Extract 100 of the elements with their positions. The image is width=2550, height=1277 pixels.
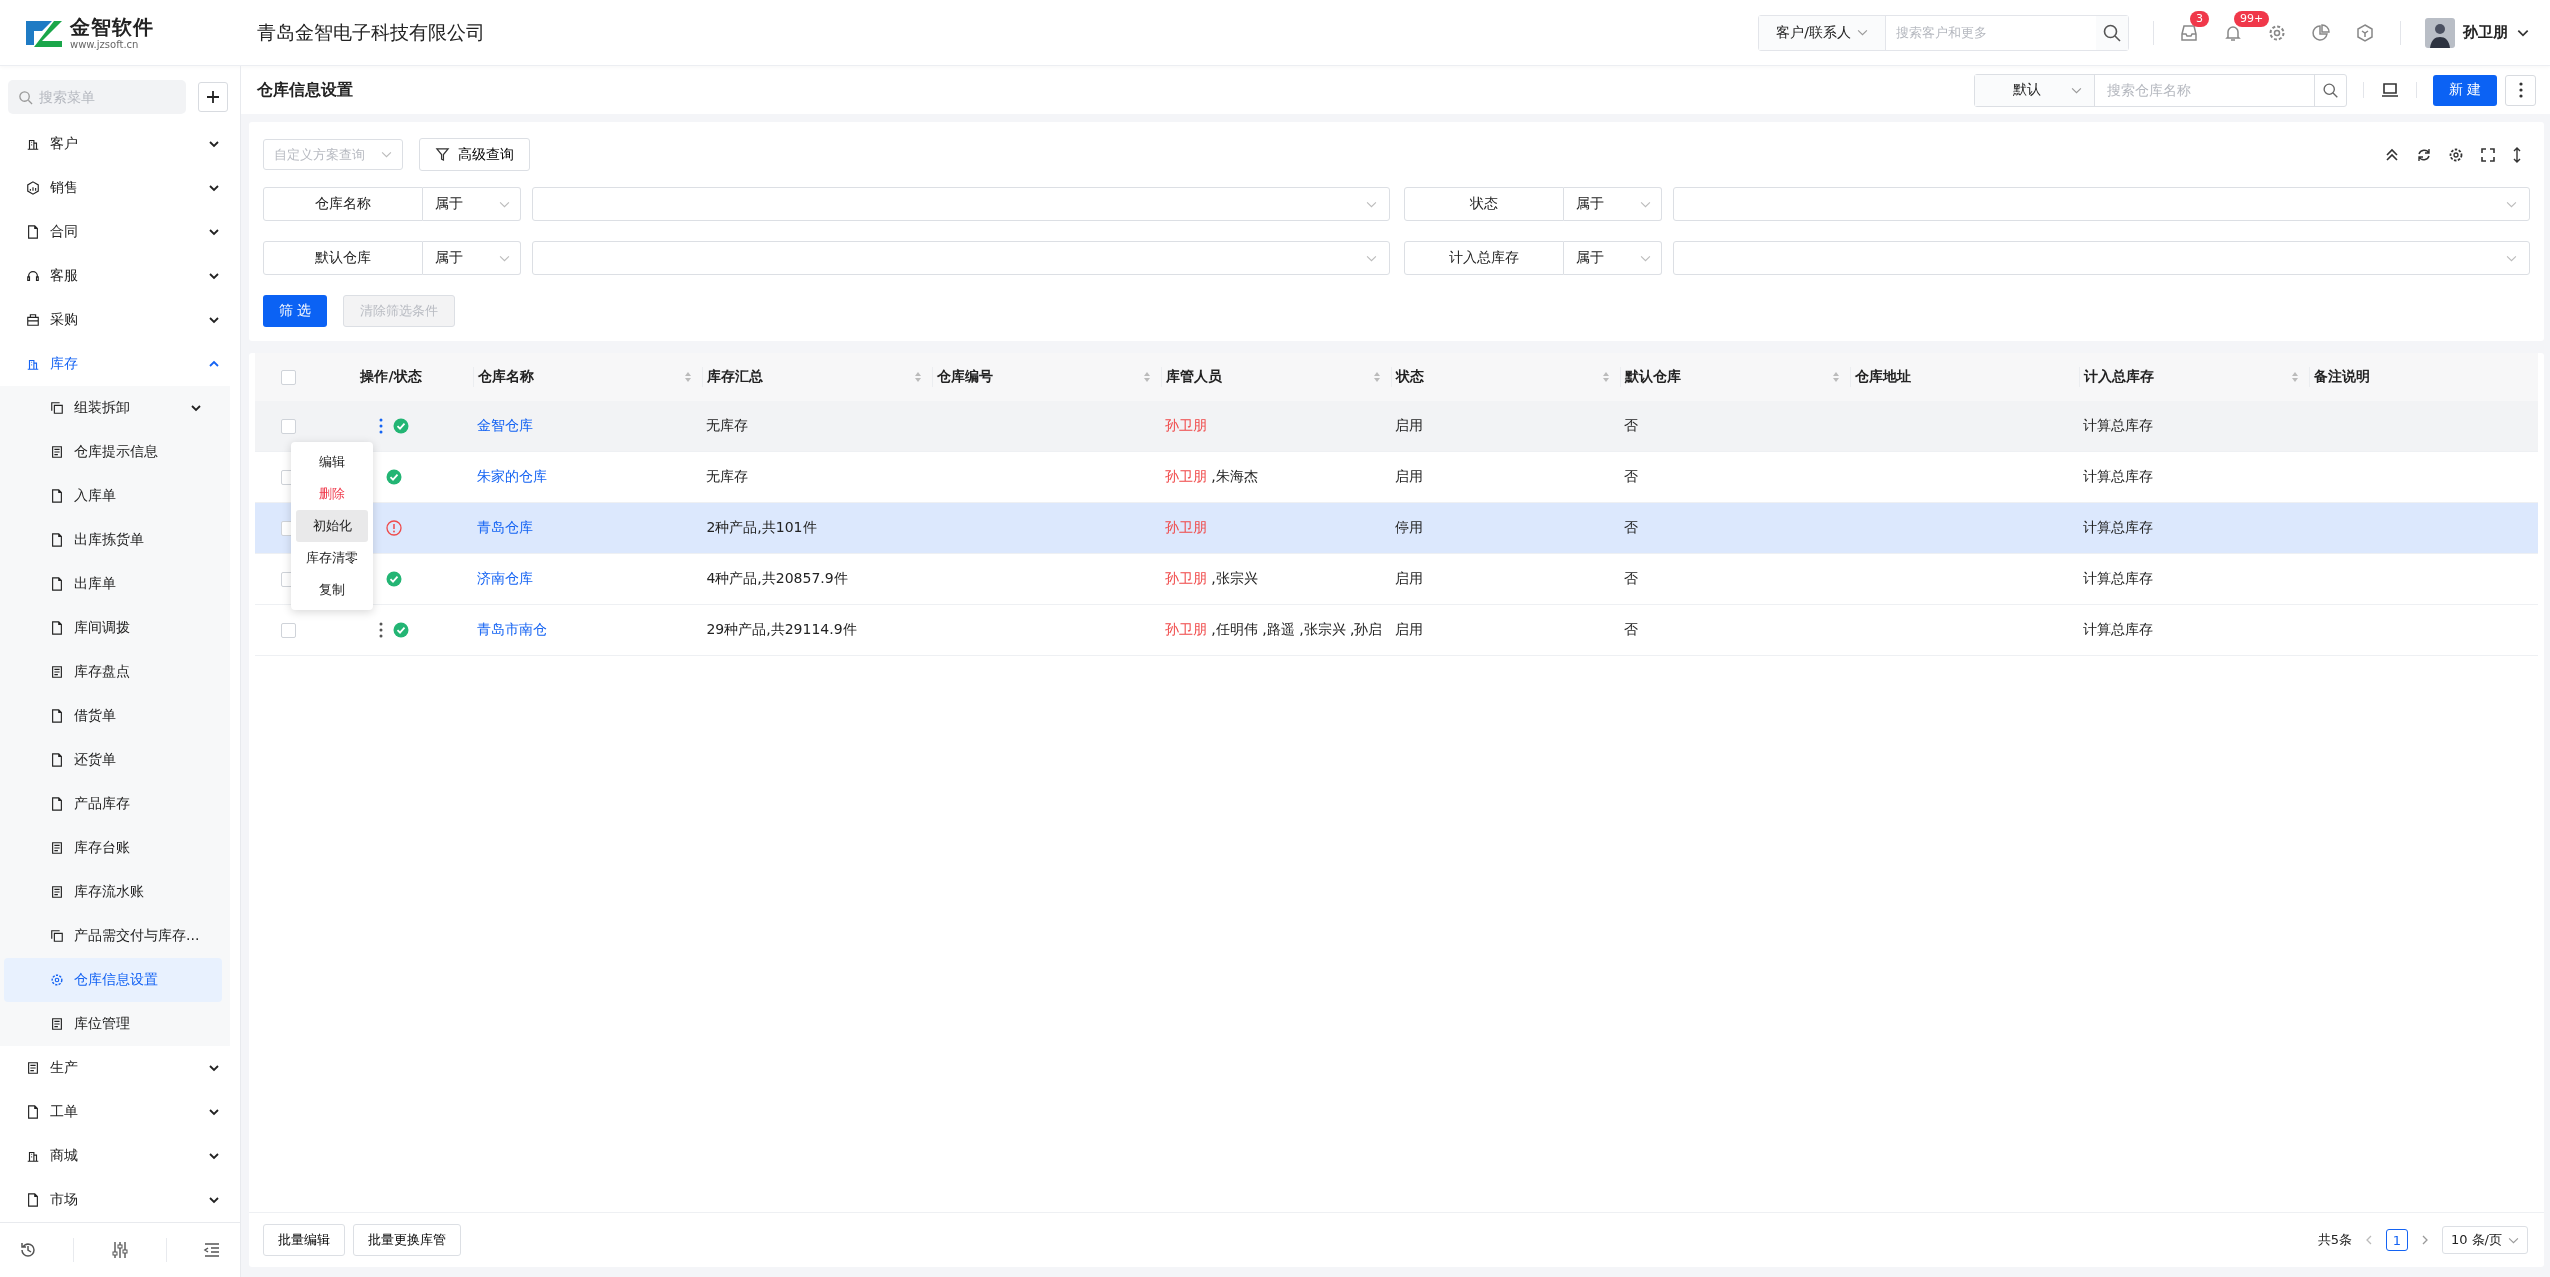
sidebar-item[interactable]: 产品库存	[0, 782, 222, 826]
sidebar-item[interactable]: 借货单	[0, 694, 222, 738]
table-cell: 启用	[1394, 570, 1423, 588]
refresh-icon[interactable]	[2416, 146, 2432, 163]
checkbox[interactable]	[280, 369, 296, 385]
warehouse-link[interactable]: 朱家的仓库	[477, 468, 547, 486]
sidebar-item[interactable]: 采购	[0, 298, 240, 342]
add-button[interactable]	[198, 82, 228, 112]
menu-search-field[interactable]: 搜索菜单	[8, 80, 186, 114]
sidebar-item[interactable]: 出库单	[0, 562, 222, 606]
page-button[interactable]: 1	[2385, 1229, 2408, 1251]
sort-icon[interactable]	[1143, 371, 1152, 383]
column-header: 仓库编号	[936, 368, 993, 386]
table-cell: 启用	[1394, 417, 1423, 435]
warehouse-link[interactable]: 济南仓库	[477, 570, 533, 588]
sort-icon[interactable]	[1372, 371, 1381, 383]
table-cell: 停用	[1394, 519, 1423, 537]
sidebar-item[interactable]: 仓库信息设置	[4, 958, 222, 1002]
collapse-up-icon[interactable]	[2384, 146, 2400, 163]
notification-badge: 3	[2190, 10, 2209, 27]
list-icon	[50, 665, 64, 679]
cube-icon[interactable]	[2355, 22, 2375, 43]
sidebar-item[interactable]: 库位管理	[0, 1002, 222, 1046]
table-cell: 否	[1624, 519, 1639, 537]
sidebar-item[interactable]: 库存盘点	[0, 650, 222, 694]
sidebar-item[interactable]: 销售	[0, 166, 240, 210]
table-cell: 否	[1624, 621, 1639, 639]
search-button[interactable]	[2096, 15, 2128, 50]
sidebar-item[interactable]: 库间调拨	[0, 606, 222, 650]
sidebar-item[interactable]: 生产	[0, 1046, 240, 1090]
sort-icon[interactable]	[1831, 371, 1840, 383]
user-name[interactable]: 孙卫朋	[2463, 23, 2508, 42]
sidebar-item[interactable]: 客户	[0, 122, 240, 166]
menu-item[interactable]: 初始化	[296, 510, 368, 542]
menu-search-input[interactable]: 搜索菜单	[37, 88, 171, 106]
sidebar-item[interactable]: 库存	[0, 342, 240, 386]
page-title: 仓库信息设置	[257, 79, 354, 101]
checkbox[interactable]	[280, 418, 296, 434]
column-header: 仓库名称	[478, 368, 534, 386]
fullscreen-icon[interactable]	[2480, 146, 2496, 163]
operator-select[interactable]: 属于	[423, 241, 521, 275]
avatar-icon[interactable]	[2425, 17, 2455, 48]
page-size-select[interactable]: 10 条/页	[2441, 1226, 2528, 1254]
copy-icon	[50, 401, 64, 415]
sidebar-item[interactable]: 市场	[0, 1178, 240, 1222]
condition-field: 计入总库存	[1403, 241, 1564, 275]
sidebar-item[interactable]: 库存台账	[0, 826, 222, 870]
menu-item[interactable]: 复制	[296, 574, 368, 606]
row-height-icon[interactable]	[2512, 146, 2522, 163]
sidebar-item[interactable]: 产品需交付与库存...	[0, 914, 222, 958]
sidebar-item[interactable]: 合同	[0, 210, 240, 254]
sidebar-item[interactable]: 商城	[0, 1134, 240, 1178]
checkbox[interactable]	[280, 622, 296, 638]
sidebar-item[interactable]: 工单	[0, 1090, 240, 1134]
more-actions-icon[interactable]	[379, 622, 383, 638]
sidebar-item[interactable]: 客服	[0, 254, 240, 298]
warehouse-link[interactable]: 青岛仓库	[477, 519, 533, 537]
document-icon	[26, 225, 40, 239]
table-row[interactable]: 金智仓库 无库存 孙卫朋 启用 否 计算总库存	[255, 401, 2538, 452]
advanced-search-button[interactable]: 高级查询	[419, 138, 530, 171]
operator-select[interactable]: 属于	[1563, 241, 1662, 275]
sidebar-item[interactable]: 仓库提示信息	[0, 430, 222, 474]
plus-icon	[205, 89, 221, 105]
batch-button[interactable]: 批量更换库管	[353, 1224, 461, 1256]
table-cell: 计算总库存	[2083, 417, 2154, 435]
total-count: 共5条	[2317, 1231, 2352, 1249]
sidebar-item[interactable]: 库存流水账	[0, 870, 222, 914]
new-button[interactable]: 新 建	[2432, 74, 2497, 106]
sidebar-item[interactable]: 出库拣货单	[0, 518, 222, 562]
operator-select[interactable]: 属于	[1563, 187, 1662, 221]
building-icon	[26, 1149, 40, 1163]
table-cell: ,任明伟 ,路遥 ,张宗兴 ,孙启	[1211, 621, 1383, 639]
sort-icon[interactable]	[684, 371, 693, 383]
batch-button[interactable]: 批量编辑	[263, 1224, 345, 1256]
sort-icon[interactable]	[1602, 371, 1611, 383]
search-scope-select[interactable]: 客户/联系人	[1759, 15, 1886, 50]
table-cell: 4种产品,共20857.9件	[706, 570, 848, 588]
laptop-icon[interactable]	[2379, 80, 2400, 100]
document-icon	[26, 1193, 40, 1207]
column-header: 仓库地址	[1854, 368, 1911, 386]
warehouse-link[interactable]: 金智仓库	[477, 417, 533, 435]
more-actions-icon[interactable]	[379, 418, 383, 434]
sidebar-item[interactable]: 入库单	[0, 474, 222, 518]
sort-icon[interactable]	[913, 371, 922, 383]
search-bar[interactable]: 客户/联系人 搜索客户和更多	[1758, 14, 2129, 51]
filter-button[interactable]: 筛 选	[263, 295, 328, 327]
settings-icon[interactable]	[2448, 146, 2464, 163]
sort-icon[interactable]	[2290, 371, 2299, 383]
manager-name: 孙卫朋	[1165, 468, 1208, 486]
inbox-icon[interactable]	[2179, 22, 2199, 43]
sliders-icon[interactable]	[110, 1240, 130, 1260]
operator-select[interactable]: 属于	[423, 187, 521, 221]
view-select[interactable]: 默认	[1974, 74, 2095, 106]
sidebar-item[interactable]: 还货单	[0, 738, 222, 782]
warehouse-link[interactable]: 青岛市南仓	[477, 621, 547, 639]
search-bar[interactable]: 默认 搜索仓库名称	[1973, 73, 2347, 107]
pie-chart-icon[interactable]	[2311, 22, 2331, 43]
document-icon	[50, 621, 64, 635]
more-button[interactable]	[2505, 74, 2536, 106]
sidebar-item[interactable]: 组装拆卸	[0, 386, 222, 430]
